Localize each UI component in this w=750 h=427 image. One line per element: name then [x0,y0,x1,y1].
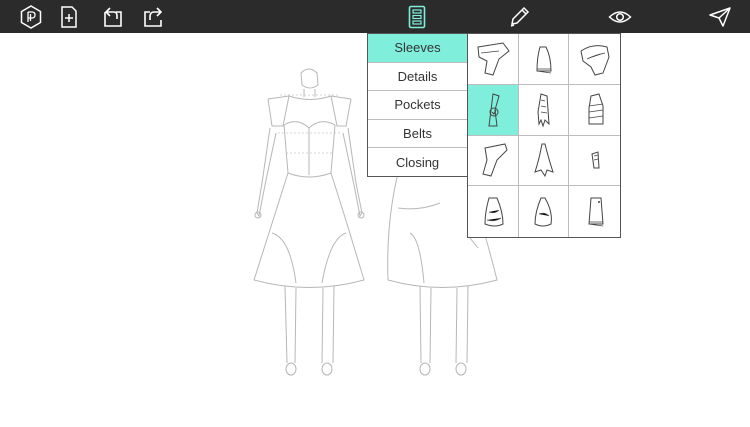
category-details[interactable]: Details [368,63,467,92]
sleeve-sketch-icon [484,197,504,227]
send-icon[interactable] [703,0,737,33]
sleeve-option-2[interactable] [518,34,570,85]
top-toolbar [0,0,750,33]
sleeve-sketch-icon [588,197,604,227]
eye-icon[interactable] [603,0,637,33]
undo-icon[interactable] [96,0,130,33]
sleeve-sketch-icon [580,45,610,76]
sleeve-option-5[interactable] [518,84,570,136]
category-sleeves[interactable]: Sleeves [368,34,467,63]
share-icon[interactable] [136,0,170,33]
sleeve-sketch-icon [591,151,600,169]
category-closing[interactable]: Closing [368,148,467,176]
category-pockets[interactable]: Pockets [368,91,467,120]
front-figure-sketch [253,68,365,376]
sleeve-option-3[interactable] [569,34,620,85]
pencil-icon[interactable] [502,0,536,33]
sleeve-sketch-icon [588,93,604,125]
sleeve-sketch-icon [534,143,555,178]
sleeve-option-7[interactable] [468,135,519,187]
sleeve-option-1[interactable] [468,34,519,85]
sleeve-options-grid [467,33,621,238]
sleeve-sketch-icon [477,42,510,76]
catalog-icon[interactable] [400,0,434,33]
sleeve-option-8[interactable] [518,135,570,187]
sleeve-option-9[interactable] [569,136,620,187]
sleeve-option-10[interactable] [468,186,519,237]
sleeve-option-12[interactable] [569,186,620,237]
category-belts[interactable]: Belts [368,120,467,149]
sleeve-sketch-icon [534,197,553,227]
sleeve-option-11[interactable] [519,186,570,237]
sleeve-option-4[interactable] [468,84,519,136]
sleeve-sketch-icon [536,46,552,74]
sleeve-sketch-icon [537,92,551,128]
category-menu: Sleeves Details Pockets Belts Closing [367,33,468,177]
sleeve-sketch-icon [488,92,500,127]
new-file-icon[interactable] [52,0,86,33]
logo-icon[interactable] [14,0,48,33]
sleeve-sketch-icon [482,143,508,177]
sleeve-option-6[interactable] [569,85,620,136]
